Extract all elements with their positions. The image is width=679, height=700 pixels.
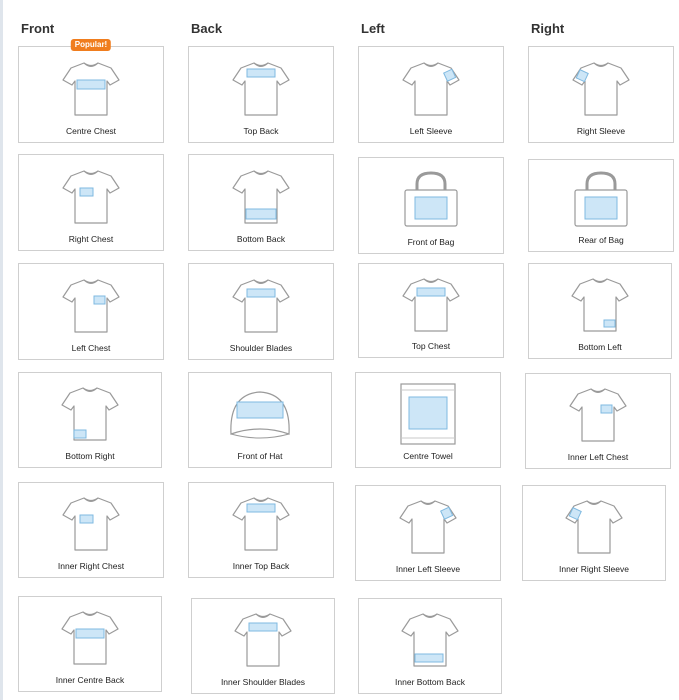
print-position-shoulder-blades[interactable]: Shoulder Blades <box>188 263 334 360</box>
tshirt-icon <box>61 387 119 441</box>
position-label: Right Sleeve <box>576 126 626 136</box>
print-area <box>76 79 106 90</box>
print-area <box>245 208 277 220</box>
position-label: Front of Hat <box>237 451 283 461</box>
print-position-inner-centre-back[interactable]: Inner Centre Back <box>18 596 162 692</box>
print-area <box>75 628 105 639</box>
page-left-border <box>0 0 3 700</box>
column-header-right: Right <box>531 21 565 36</box>
tshirt-icon <box>62 170 120 224</box>
tshirt-icon <box>571 278 629 332</box>
tshirt-icon <box>402 278 460 332</box>
tshirt-icon <box>572 62 630 116</box>
print-position-front-of-hat[interactable]: Front of Hat <box>188 372 332 468</box>
column-header-front: Front <box>21 21 55 36</box>
print-position-centre-towel[interactable]: Centre Towel <box>355 372 501 468</box>
position-label: Inner Right Sleeve <box>559 564 629 574</box>
column-header-left: Left <box>361 21 385 36</box>
tshirt-icon <box>62 497 120 551</box>
tshirt-icon <box>232 62 290 116</box>
print-position-inner-shoulder-blades[interactable]: Inner Shoulder Blades <box>191 598 335 694</box>
print-position-inner-left-chest[interactable]: Inner Left Chest <box>525 373 671 469</box>
print-position-right-chest[interactable]: Right Chest <box>18 154 164 251</box>
tshirt-icon <box>61 611 119 665</box>
bag-icon <box>404 171 458 227</box>
position-label: Inner Left Sleeve <box>395 564 461 574</box>
print-area <box>248 622 278 632</box>
hat-icon <box>230 391 290 439</box>
position-label: Inner Left Chest <box>567 452 629 462</box>
position-label: Right Chest <box>68 234 114 244</box>
print-area <box>79 514 94 524</box>
print-position-top-chest[interactable]: Top Chest <box>358 263 504 358</box>
position-label: Bottom Right <box>65 451 115 461</box>
position-label: Inner Centre Back <box>55 675 125 685</box>
position-label: Inner Right Chest <box>57 561 125 571</box>
print-position-left-chest[interactable]: Left Chest <box>18 263 164 360</box>
tshirt-icon <box>232 279 290 333</box>
print-area <box>246 503 276 513</box>
print-area <box>79 187 94 197</box>
position-label: Left Chest <box>71 343 111 353</box>
print-area <box>603 319 616 328</box>
tshirt-icon <box>401 613 459 667</box>
tshirt-icon <box>402 62 460 116</box>
print-position-right-sleeve[interactable]: Right Sleeve <box>528 46 674 143</box>
print-position-bottom-right[interactable]: Bottom Right <box>18 372 162 468</box>
position-label: Bottom Back <box>236 234 286 244</box>
towel-icon <box>400 383 456 445</box>
print-position-inner-right-sleeve[interactable]: Inner Right Sleeve <box>522 485 666 581</box>
print-area <box>73 429 87 439</box>
print-position-centre-chest[interactable]: Popular! Centre Chest <box>18 39 164 143</box>
position-label: Shoulder Blades <box>229 343 293 353</box>
position-label: Top Back <box>243 126 279 136</box>
print-area <box>236 401 284 419</box>
position-label: Inner Bottom Back <box>395 677 465 687</box>
print-area <box>246 68 276 78</box>
tshirt-icon <box>399 500 457 554</box>
print-position-inner-right-chest[interactable]: Inner Right Chest <box>18 482 164 578</box>
position-label: Rear of Bag <box>578 235 624 245</box>
position-label: Front of Bag <box>407 237 455 247</box>
print-area <box>414 196 448 220</box>
tshirt-icon <box>569 388 627 442</box>
print-position-inner-bottom-back[interactable]: Inner Bottom Back <box>358 598 502 694</box>
print-position-bottom-left[interactable]: Bottom Left <box>528 263 672 359</box>
tshirt-icon <box>565 500 623 554</box>
position-label: Bottom Left <box>578 342 622 352</box>
position-label: Top Chest <box>411 341 451 351</box>
tshirt-icon <box>62 62 120 116</box>
print-area <box>93 295 106 305</box>
print-area <box>246 288 276 298</box>
position-label: Left Sleeve <box>409 126 453 136</box>
print-area <box>600 404 613 414</box>
tshirt-icon <box>232 497 290 551</box>
popular-badge: Popular! <box>70 39 112 51</box>
print-position-left-sleeve[interactable]: Left Sleeve <box>358 46 504 143</box>
tshirt-icon <box>232 170 290 224</box>
print-position-top-back[interactable]: Top Back <box>188 46 334 143</box>
position-label: Inner Shoulder Blades <box>220 677 306 687</box>
tshirt-icon <box>234 613 292 667</box>
bag-icon <box>574 171 628 227</box>
column-header-back: Back <box>191 21 223 36</box>
print-area <box>584 196 618 220</box>
position-label: Centre Chest <box>65 126 117 136</box>
position-label: Inner Top Back <box>232 561 290 571</box>
print-position-inner-left-sleeve[interactable]: Inner Left Sleeve <box>355 485 501 581</box>
tshirt-icon <box>62 279 120 333</box>
print-area <box>414 653 444 663</box>
print-position-rear-of-bag[interactable]: Rear of Bag <box>528 159 674 252</box>
print-position-inner-top-back[interactable]: Inner Top Back <box>188 482 334 578</box>
position-label: Centre Towel <box>403 451 453 461</box>
print-area <box>408 396 448 430</box>
print-position-bottom-back[interactable]: Bottom Back <box>188 154 334 251</box>
print-position-front-of-bag[interactable]: Front of Bag <box>358 157 504 254</box>
print-area <box>416 287 446 297</box>
